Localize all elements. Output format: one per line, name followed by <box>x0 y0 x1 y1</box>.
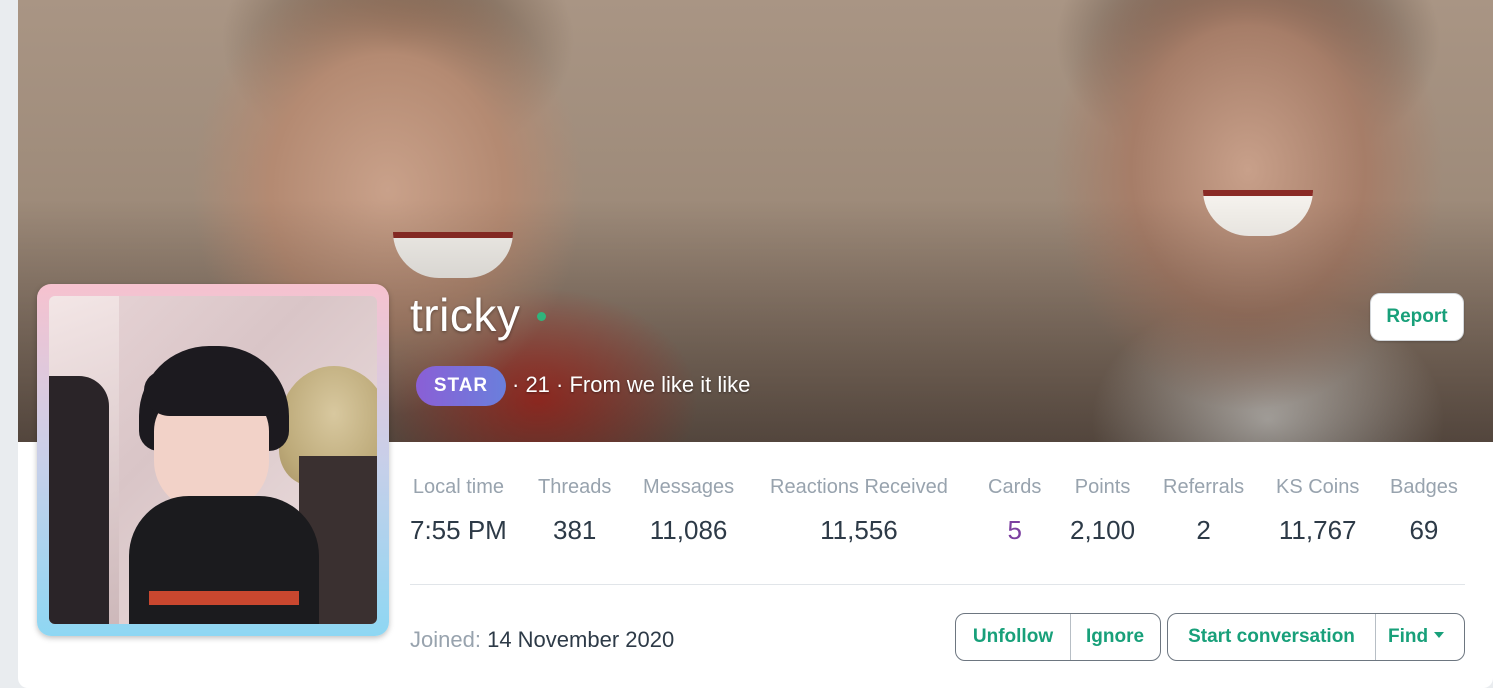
user-rank-badge: STAR <box>416 366 506 406</box>
stat-threads[interactable]: Threads 381 <box>538 476 611 546</box>
online-status-icon <box>537 312 546 321</box>
stat-label: Points <box>1074 476 1131 498</box>
stat-messages[interactable]: Messages 11,086 <box>643 476 734 546</box>
stat-referrals[interactable]: Referrals 2 <box>1163 476 1244 546</box>
stat-local-time: Local time 7:55 PM <box>410 476 507 546</box>
avatar-shirt-detail <box>149 591 299 605</box>
stat-value: 381 <box>552 515 597 545</box>
joined-date: Joined: 14 November 2020 <box>410 627 674 653</box>
stat-label: KS Coins <box>1276 476 1360 498</box>
profile-username: tricky <box>410 289 521 341</box>
stat-value[interactable]: 5 <box>988 515 1041 546</box>
stats-divider <box>410 584 1465 585</box>
stat-label: Referrals <box>1163 476 1245 498</box>
stat-value: 7:55 PM <box>410 515 507 545</box>
stat-reactions-received[interactable]: Reactions Received 11,556 <box>770 476 948 546</box>
stat-points[interactable]: Points 2,100 <box>1070 476 1135 546</box>
ignore-button[interactable]: Ignore <box>1070 614 1159 660</box>
stat-label: Local time <box>412 476 504 498</box>
stat-value: 2,100 <box>1070 515 1136 545</box>
stat-value: 11,767 <box>1278 515 1357 545</box>
stat-label: Cards <box>988 476 1042 498</box>
joined-label: Joined: <box>410 627 481 652</box>
stat-ks-coins[interactable]: KS Coins 11,767 <box>1276 476 1359 546</box>
chevron-down-icon <box>1434 632 1445 639</box>
stat-label: Reactions Received <box>770 476 948 498</box>
stat-value: 2 <box>1196 515 1211 545</box>
stat-value: 11,556 <box>820 515 898 545</box>
stat-label: Messages <box>643 476 735 498</box>
follow-ignore-button-group: Unfollow Ignore <box>955 613 1161 661</box>
stat-badges[interactable]: Badges 69 <box>1390 476 1458 546</box>
find-label: Find <box>1388 626 1429 647</box>
stat-label: Threads <box>538 476 612 498</box>
conversation-find-button-group: Start conversation Find <box>1167 613 1465 661</box>
stat-cards[interactable]: Cards 5 <box>988 476 1041 546</box>
unfollow-button[interactable]: Unfollow <box>956 614 1070 660</box>
find-dropdown-button[interactable]: Find <box>1375 614 1456 660</box>
stat-value: 69 <box>1409 515 1439 545</box>
member-profile-card: tricky STAR · 21 · From we like it like … <box>18 0 1493 688</box>
report-button[interactable]: Report <box>1370 293 1464 341</box>
start-conversation-button[interactable]: Start conversation <box>1168 614 1375 660</box>
user-meta-info: · 21 · From we like it like <box>512 372 751 397</box>
avatar-background-detail <box>49 376 109 624</box>
avatar-hair-detail <box>144 371 279 416</box>
stat-label: Badges <box>1390 476 1458 498</box>
stat-value: 11,086 <box>649 515 728 545</box>
avatar[interactable] <box>49 296 377 624</box>
joined-value: 14 November 2020 <box>487 627 675 652</box>
avatar-frame <box>37 284 389 636</box>
